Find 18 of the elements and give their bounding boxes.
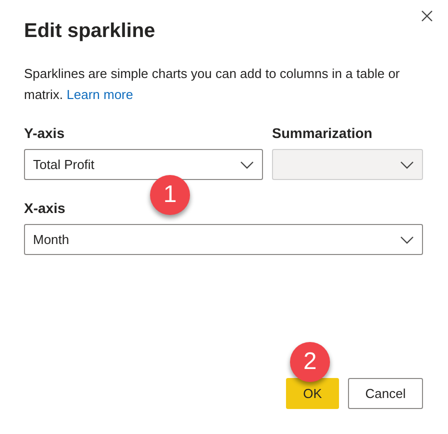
field-label: X-axis: [24, 199, 66, 218]
dropdown-value: Total Profit: [33, 156, 94, 174]
cancel-button[interactable]: Cancel: [348, 378, 423, 409]
dropdown[interactable]: Month: [24, 224, 423, 255]
field-label: Summarization: [272, 124, 374, 143]
description: Sparklines are simple charts you can add to columns in a table or matrix. Learn more: [24, 65, 401, 104]
close-icon[interactable]: [421, 10, 433, 22]
dropdown[interactable]: Total Profit: [24, 149, 263, 180]
dialog-title: Edit sparkline: [24, 19, 156, 44]
chevron-down-icon: [400, 236, 414, 244]
chevron-down-icon: [240, 160, 254, 168]
dropdown-value: Month: [33, 230, 70, 249]
callout-badge: 2: [290, 342, 330, 382]
field-label: Y-axis: [24, 124, 66, 143]
chevron-down-icon: [400, 160, 414, 168]
learn-more-link[interactable]: Learn more: [66, 87, 134, 102]
ok-button[interactable]: OK: [286, 378, 339, 409]
callout-badge: 1: [150, 175, 190, 215]
